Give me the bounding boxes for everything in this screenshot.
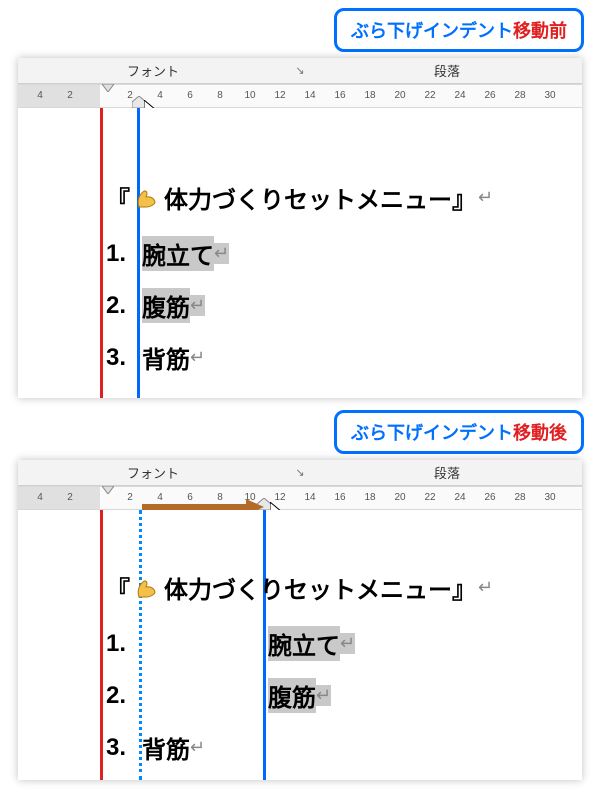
ruler-16: 16 [334, 90, 345, 101]
list-text[interactable]: 腹筋 [142, 288, 190, 323]
ruler-left-4: 4 [37, 492, 43, 503]
muscle-icon [134, 185, 160, 211]
guide-left-margin [100, 108, 103, 398]
callout-after: ぶら下げインデント 移動後 [334, 410, 584, 454]
ruler-12: 12 [274, 90, 285, 101]
list-row-1: 1. 腕立て ↵ [106, 626, 355, 661]
ruler-14: 14 [304, 492, 315, 503]
ruler-24: 24 [454, 90, 465, 101]
ruler-22: 22 [424, 492, 435, 503]
ruler-6: 6 [187, 90, 193, 101]
ribbon-group-paragraph[interactable]: 段落 [312, 463, 582, 482]
ruler-14: 14 [304, 90, 315, 101]
ruler-26: 26 [484, 90, 495, 101]
ruler-18: 18 [364, 90, 375, 101]
list-text[interactable]: 背筋 [142, 340, 190, 375]
ruler-left-2: 2 [67, 90, 73, 101]
pilcrow-icon: ↵ [478, 577, 493, 598]
pilcrow-icon: ↵ [340, 633, 355, 654]
ribbon-group-paragraph[interactable]: 段落 [312, 61, 582, 80]
ruler-2: 2 [127, 492, 133, 503]
muscle-icon [134, 575, 160, 601]
ribbon-group-font[interactable]: フォント [18, 61, 288, 80]
pilcrow-icon: ↵ [316, 685, 331, 706]
ribbon-header: フォント ↘ 段落 [18, 460, 582, 486]
callout-before-red: 移動前 [513, 17, 567, 43]
ribbon-dialog-font[interactable]: ↘ [288, 466, 312, 479]
pilcrow-icon: ↵ [190, 295, 205, 316]
ribbon-label-font: フォント [127, 466, 179, 481]
list-num: 2. [106, 292, 142, 320]
list-row-1: 1. 腕立て ↵ [106, 236, 229, 271]
list-text[interactable]: 腕立て [142, 236, 214, 271]
list-text[interactable]: 腕立て [268, 626, 340, 661]
callout-after-red: 移動後 [513, 419, 567, 445]
first-line-indent-marker[interactable] [102, 84, 114, 92]
ruler-30: 30 [544, 492, 555, 503]
list-num: 2. [106, 682, 268, 710]
panel-after: フォント ↘ 段落 4 2 2 4 6 8 10 12 14 16 18 20 … [18, 460, 582, 780]
document-area: 『 体力づくりセットメニュー』 ↵ 1. 腕立て ↵ 2. 腹筋 ↵ 3. 背筋… [18, 510, 582, 780]
list-num: 1. [106, 630, 268, 658]
list-row-2: 2. 腹筋 ↵ [106, 288, 205, 323]
ruler-20: 20 [394, 90, 405, 101]
ruler-22: 22 [424, 90, 435, 101]
ribbon-dialog-font[interactable]: ↘ [288, 64, 312, 77]
ribbon-label-paragraph: 段落 [434, 466, 460, 481]
pilcrow-icon: ↵ [478, 187, 493, 208]
callout-before: ぶら下げインデント 移動前 [334, 8, 584, 52]
ruler-28: 28 [514, 90, 525, 101]
ribbon-group-font[interactable]: フォント [18, 463, 288, 482]
guide-left-margin [100, 510, 103, 780]
ruler-10: 10 [244, 90, 255, 101]
ruler-28: 28 [514, 492, 525, 503]
ruler-8: 8 [217, 90, 223, 101]
callout-after-blue: ぶら下げインデント [351, 419, 513, 445]
ribbon-label-font: フォント [127, 64, 179, 79]
list-num: 3. [106, 734, 142, 762]
ruler-20: 20 [394, 492, 405, 503]
list-row-2: 2. 腹筋 ↵ [106, 678, 331, 713]
ruler-26: 26 [484, 492, 495, 503]
list-num: 3. [106, 344, 142, 372]
ruler-16: 16 [334, 492, 345, 503]
list-row-3: 3. 背筋 ↵ [106, 340, 205, 375]
pilcrow-icon: ↵ [214, 243, 229, 264]
ruler-30: 30 [544, 90, 555, 101]
title-open: 『 [106, 570, 130, 605]
ruler-18: 18 [364, 492, 375, 503]
panel-before: フォント ↘ 段落 4 2 2 4 6 8 10 12 14 16 18 20 … [18, 58, 582, 398]
title-row: 『 体力づくりセットメニュー』 ↵ [106, 570, 493, 605]
ruler-left-2: 2 [67, 492, 73, 503]
callout-before-blue: ぶら下げインデント [351, 17, 513, 43]
ruler[interactable]: 4 2 2 4 6 8 10 12 14 16 18 20 22 24 26 2… [18, 486, 582, 510]
title-text: 体力づくりセットメニュー』 [164, 570, 476, 605]
title-text: 体力づくりセットメニュー』 [164, 180, 476, 215]
list-text[interactable]: 背筋 [142, 730, 190, 765]
ribbon-header: フォント ↘ 段落 [18, 58, 582, 84]
first-line-indent-marker[interactable] [102, 486, 114, 494]
pilcrow-icon: ↵ [190, 347, 205, 368]
document-area: 『 体力づくりセットメニュー』 ↵ 1. 腕立て ↵ 2. 腹筋 ↵ 3. 背筋… [18, 108, 582, 398]
list-num: 1. [106, 240, 142, 268]
ruler[interactable]: 4 2 2 4 6 8 10 12 14 16 18 20 22 24 26 2… [18, 84, 582, 108]
list-row-3: 3. 背筋 ↵ [106, 730, 205, 765]
ruler-left-4: 4 [37, 90, 43, 101]
ruler-24: 24 [454, 492, 465, 503]
title-open: 『 [106, 180, 130, 215]
title-row: 『 体力づくりセットメニュー』 ↵ [106, 180, 493, 215]
list-text[interactable]: 腹筋 [268, 678, 316, 713]
ribbon-label-paragraph: 段落 [434, 64, 460, 79]
pilcrow-icon: ↵ [190, 737, 205, 758]
